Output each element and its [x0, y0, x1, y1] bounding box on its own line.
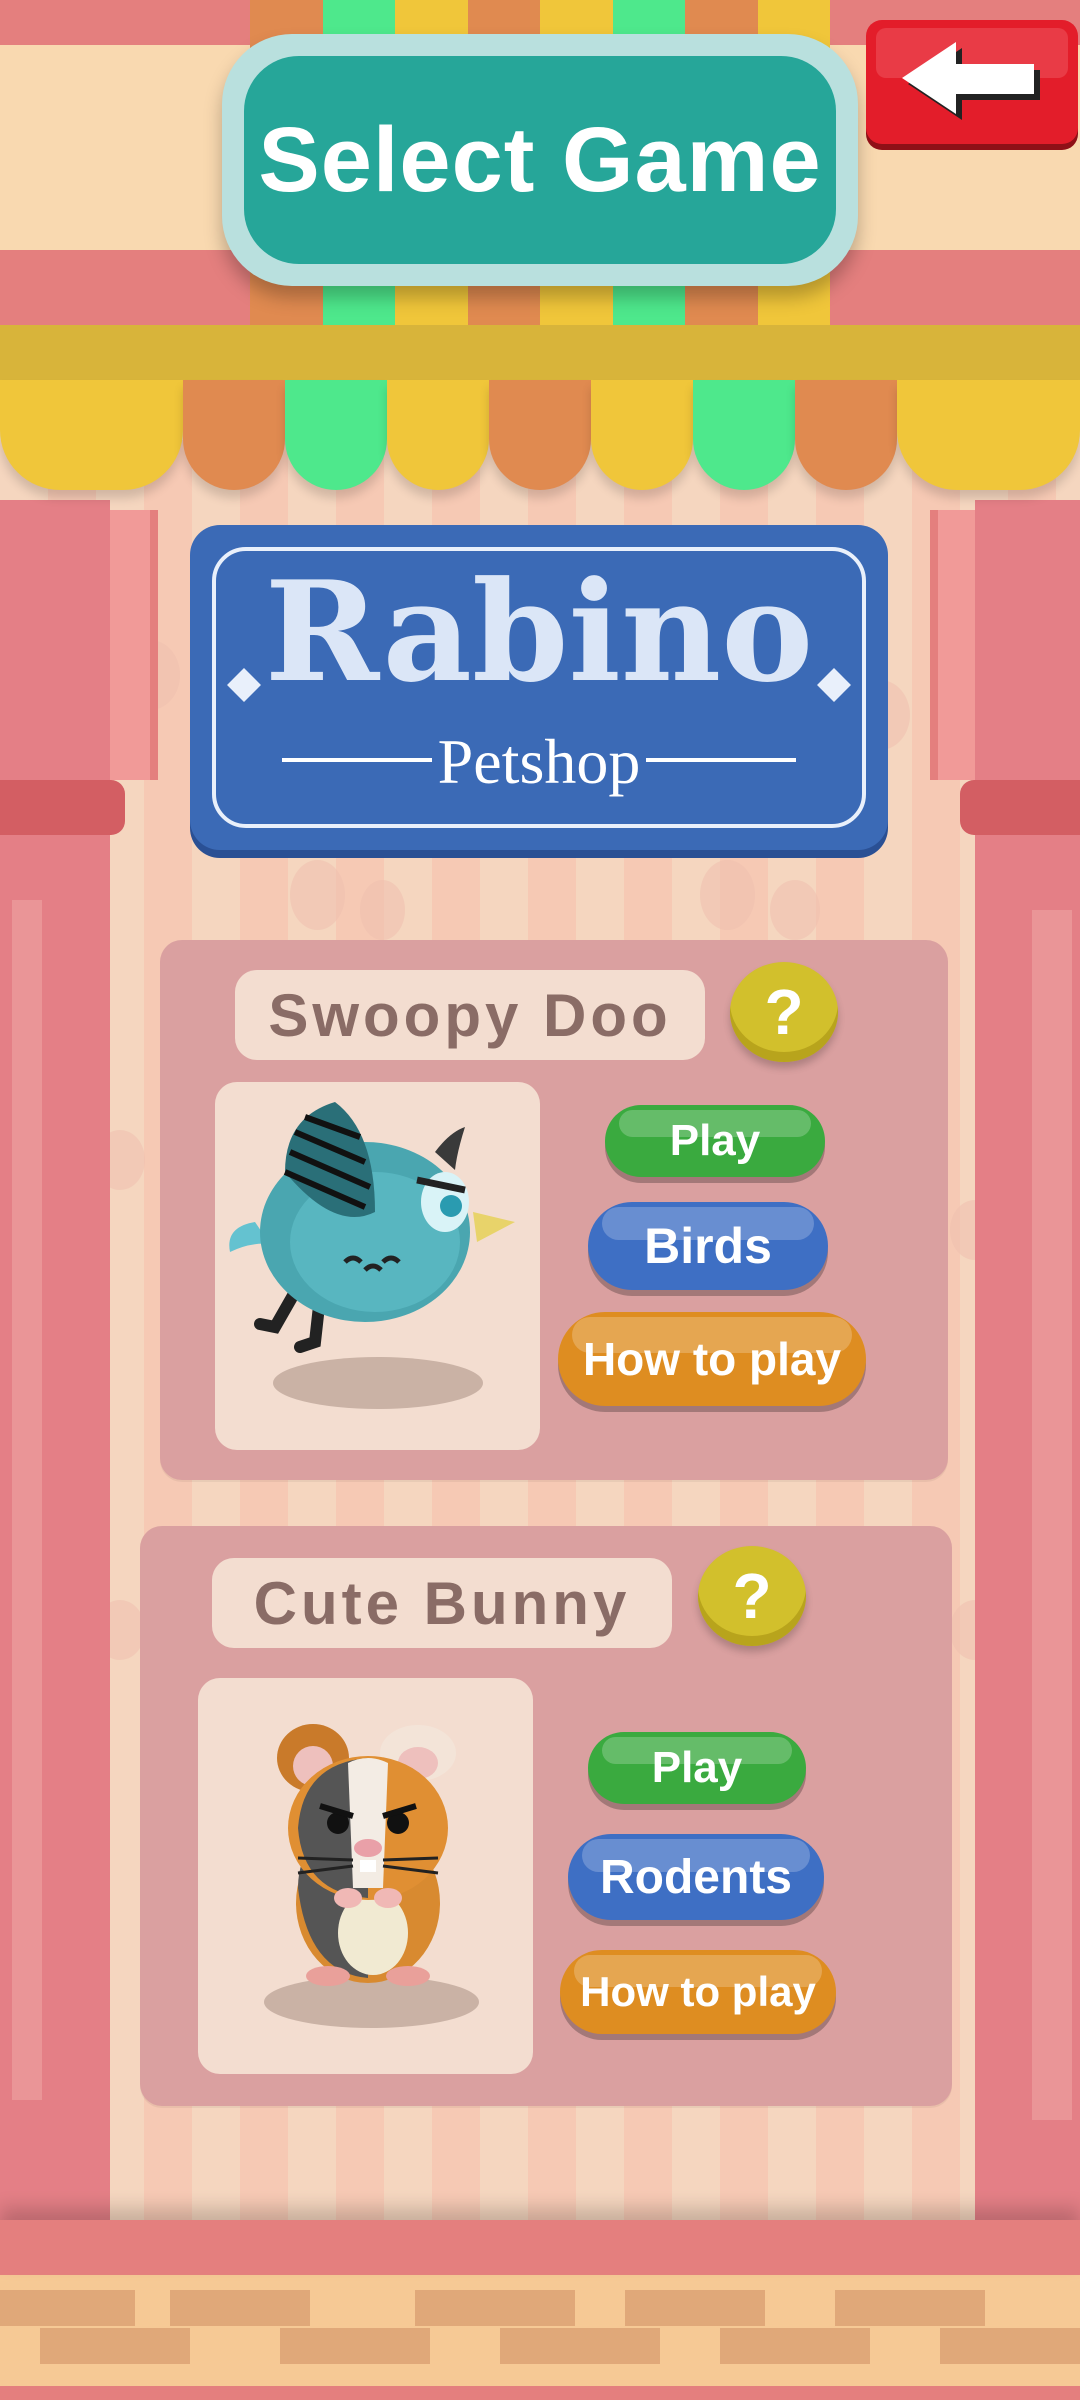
- question-mark-icon: ?: [732, 1560, 772, 1632]
- shop-name: Rabino: [264, 550, 814, 713]
- game-name: Swoopy Doo: [235, 970, 705, 1060]
- category-button-birds[interactable]: Birds: [588, 1202, 828, 1290]
- shop-subtitle: Petshop: [437, 726, 641, 797]
- title-banner: Select Game: [222, 34, 858, 286]
- right-pillar: [975, 500, 1080, 2220]
- back-arrow-icon: [902, 42, 1040, 120]
- game-card-swoopy-doo: Swoopy Doo ? Play Birds How to play: [160, 940, 948, 1480]
- game-card-cute-bunny: Cute Bunny ? Play Rodents How to play: [140, 1526, 952, 2106]
- left-pillar: [0, 500, 110, 2220]
- play-button[interactable]: Play: [588, 1732, 806, 1804]
- shop-sign: Rabino Petshop: [190, 525, 888, 850]
- game-name: Cute Bunny: [212, 1558, 672, 1648]
- back-button[interactable]: [866, 20, 1078, 144]
- bird-character: [229, 1102, 515, 1353]
- category-button-rodents[interactable]: Rodents: [568, 1834, 824, 1920]
- help-button[interactable]: ?: [730, 962, 838, 1062]
- how-to-play-button[interactable]: How to play: [558, 1312, 866, 1406]
- awning-scallops: [0, 380, 1080, 490]
- hamster-character: [277, 1724, 456, 1986]
- help-button[interactable]: ?: [698, 1546, 806, 1646]
- shop-floor: [0, 2220, 1080, 2400]
- left-ledge: [0, 780, 125, 835]
- right-ledge: [960, 780, 1080, 835]
- how-to-play-button[interactable]: How to play: [560, 1950, 836, 2034]
- game-thumbnail-bird: [215, 1082, 540, 1450]
- awning-bar: [0, 325, 1080, 385]
- play-button[interactable]: Play: [605, 1105, 825, 1177]
- question-mark-icon: ?: [764, 976, 804, 1048]
- page-title: Select Game: [258, 108, 822, 211]
- game-thumbnail-rodent: [198, 1678, 533, 2074]
